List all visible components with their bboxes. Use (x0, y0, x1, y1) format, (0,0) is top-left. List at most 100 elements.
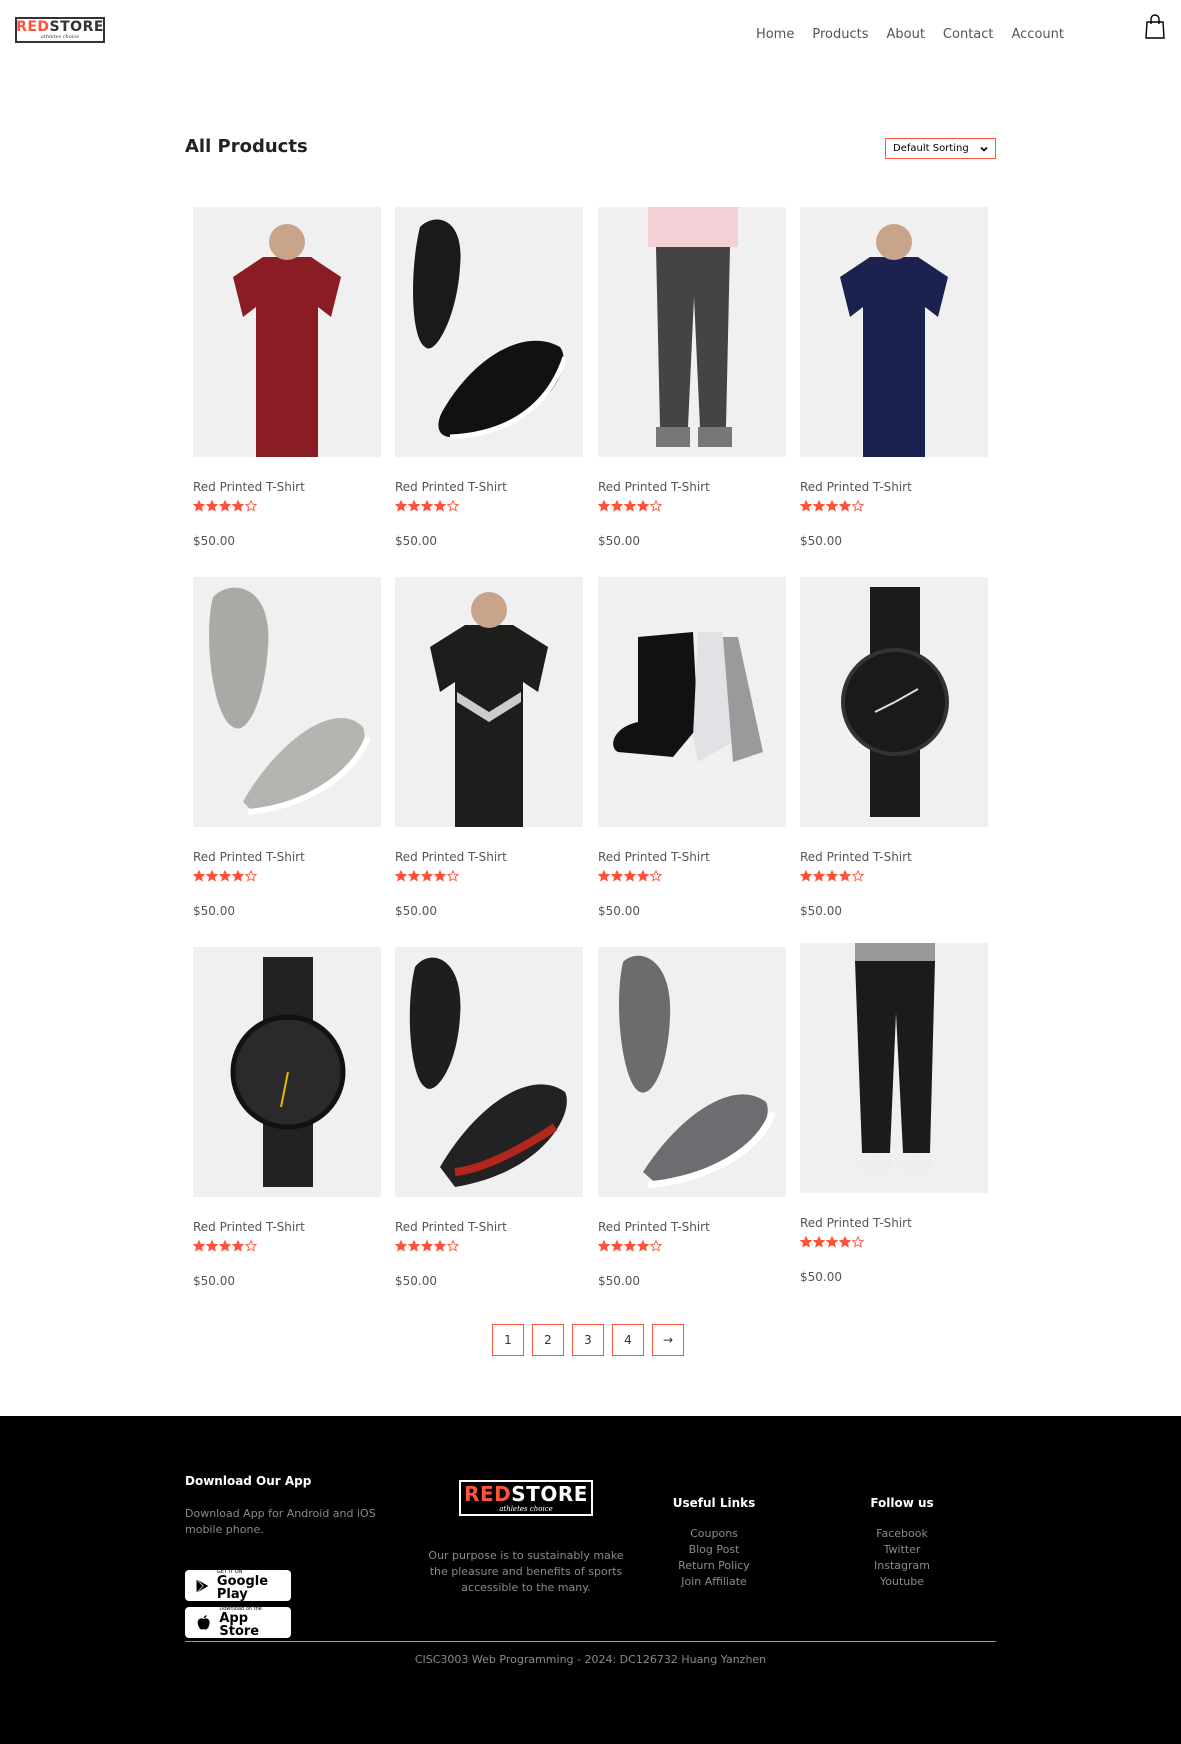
product-name[interactable]: Red Printed T-Shirt (800, 1216, 912, 1230)
product-card[interactable]: Red Printed T-Shirt $50.00 (193, 207, 381, 548)
black-joggers-image[interactable] (800, 943, 988, 1193)
star-filled-icon (598, 1240, 610, 1252)
product-price: $50.00 (800, 1270, 842, 1284)
black-leather-watch-image[interactable] (193, 947, 381, 1197)
footer-copyright: CISC3003 Web Programming - 2024: DC12673… (414, 1653, 767, 1666)
socks-image[interactable] (598, 577, 786, 827)
page-title: All Products (185, 136, 308, 157)
black-red-sneakers-image[interactable] (395, 947, 583, 1197)
product-card[interactable]: Red Printed T-Shirt $50.00 (598, 947, 786, 1288)
apple-icon (197, 1614, 210, 1630)
product-name[interactable]: Red Printed T-Shirt (395, 850, 507, 864)
product-name[interactable]: Red Printed T-Shirt (800, 850, 912, 864)
product-name[interactable]: Red Printed T-Shirt (193, 1220, 305, 1234)
product-rating (395, 500, 459, 512)
page-button-2[interactable]: 2 (532, 1324, 564, 1356)
star-filled-icon (813, 1236, 825, 1248)
product-name[interactable]: Red Printed T-Shirt (193, 480, 305, 494)
nav-about[interactable]: About (886, 27, 924, 42)
product-rating (598, 1240, 662, 1252)
footer-link-twitter[interactable]: Twitter (852, 1542, 952, 1558)
product-name[interactable]: Red Printed T-Shirt (395, 1220, 507, 1234)
product-card[interactable]: Red Printed T-Shirt $50.00 (800, 577, 988, 918)
footer-link-instagram[interactable]: Instagram (852, 1558, 952, 1574)
star-filled-icon (206, 1240, 218, 1252)
star-outline-icon (852, 500, 864, 512)
nav-products[interactable]: Products (812, 27, 868, 42)
footer-links-title: Useful Links (672, 1496, 756, 1510)
page-next-button[interactable]: → (652, 1324, 684, 1356)
star-filled-icon (193, 1240, 205, 1252)
grey-trackpants-image[interactable] (598, 207, 786, 457)
product-price: $50.00 (193, 1274, 235, 1288)
google-play-button[interactable]: GET IT ON Google Play (185, 1570, 291, 1601)
star-filled-icon (624, 500, 636, 512)
page-button-1[interactable]: 1 (492, 1324, 524, 1356)
footer-link-blog[interactable]: Blog Post (664, 1542, 764, 1558)
product-card[interactable]: Red Printed T-Shirt $50.00 (193, 947, 381, 1288)
footer-app-title: Download Our App (185, 1474, 312, 1488)
page-button-3[interactable]: 3 (572, 1324, 604, 1356)
black-puma-tshirt-image[interactable] (395, 577, 583, 827)
star-filled-icon (219, 1240, 231, 1252)
product-price: $50.00 (800, 904, 842, 918)
footer-link-coupons[interactable]: Coupons (664, 1526, 764, 1542)
grey-hightop-shoes-image[interactable] (193, 577, 381, 827)
product-card[interactable]: Red Printed T-Shirt $50.00 (800, 943, 988, 1284)
product-name[interactable]: Red Printed T-Shirt (395, 480, 507, 494)
product-rating (193, 500, 257, 512)
star-filled-icon (637, 500, 649, 512)
star-outline-icon (447, 870, 459, 882)
product-price: $50.00 (193, 534, 235, 548)
product-name[interactable]: Red Printed T-Shirt (193, 850, 305, 864)
logo[interactable]: REDSTORE athletes choice (15, 17, 105, 43)
app-store-button[interactable]: Download on the App Store (185, 1607, 291, 1638)
star-filled-icon (421, 500, 433, 512)
product-card[interactable]: Red Printed T-Shirt $50.00 (193, 577, 381, 918)
footer-link-affiliate[interactable]: Join Affiliate (664, 1574, 764, 1590)
footer-link-facebook[interactable]: Facebook (852, 1526, 952, 1542)
black-metal-watch-image[interactable] (800, 577, 988, 827)
product-price: $50.00 (598, 534, 640, 548)
navy-polo-image[interactable] (800, 207, 988, 457)
star-filled-icon (839, 870, 851, 882)
star-filled-icon (421, 870, 433, 882)
nav-account[interactable]: Account (1012, 27, 1065, 42)
star-filled-icon (232, 870, 244, 882)
star-outline-icon (650, 1240, 662, 1252)
grey-slipon-shoes-image[interactable] (598, 947, 786, 1197)
page: REDSTORE athletes choice Home Products A… (0, 0, 1181, 1744)
star-filled-icon (826, 1236, 838, 1248)
shopping-bag-icon[interactable] (1144, 14, 1166, 40)
product-rating (800, 500, 864, 512)
star-outline-icon (852, 1236, 864, 1248)
footer-logo-white: STORE (511, 1481, 588, 1506)
product-rating (193, 870, 257, 882)
product-name[interactable]: Red Printed T-Shirt (598, 1220, 710, 1234)
maroon-tshirt-image[interactable] (193, 207, 381, 457)
footer-link-youtube[interactable]: Youtube (852, 1574, 952, 1590)
product-card[interactable]: Red Printed T-Shirt $50.00 (598, 577, 786, 918)
star-filled-icon (637, 870, 649, 882)
product-card[interactable]: Red Printed T-Shirt $50.00 (395, 947, 583, 1288)
logo-tagline: athletes choice (40, 34, 80, 40)
star-filled-icon (813, 500, 825, 512)
logo-dark: STORE (49, 19, 104, 35)
footer-divider (185, 1641, 996, 1642)
product-name[interactable]: Red Printed T-Shirt (598, 480, 710, 494)
black-sneakers-image[interactable] (395, 207, 583, 457)
page-button-4[interactable]: 4 (612, 1324, 644, 1356)
nav-contact[interactable]: Contact (943, 27, 994, 42)
product-name[interactable]: Red Printed T-Shirt (598, 850, 710, 864)
product-card[interactable]: Red Printed T-Shirt $50.00 (800, 207, 988, 548)
product-card[interactable]: Red Printed T-Shirt $50.00 (598, 207, 786, 548)
star-filled-icon (434, 500, 446, 512)
nav-home[interactable]: Home (756, 27, 794, 42)
footer-link-return[interactable]: Return Policy (664, 1558, 764, 1574)
sort-select[interactable]: Default Sorting (885, 138, 996, 159)
product-name[interactable]: Red Printed T-Shirt (800, 480, 912, 494)
product-card[interactable]: Red Printed T-Shirt $50.00 (395, 207, 583, 548)
star-filled-icon (193, 500, 205, 512)
google-play-big: Google Play (216, 1574, 269, 1602)
product-card[interactable]: Red Printed T-Shirt $50.00 (395, 577, 583, 918)
